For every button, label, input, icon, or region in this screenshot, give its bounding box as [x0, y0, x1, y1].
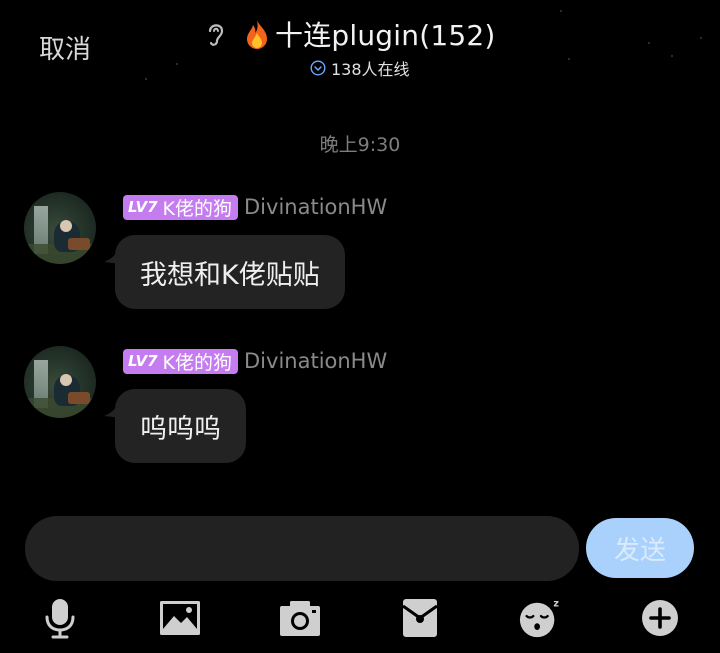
image-icon: [160, 601, 200, 635]
sender-name: DivinationHW: [244, 349, 388, 373]
sender-name: DivinationHW: [244, 195, 388, 219]
avatar[interactable]: [24, 192, 96, 264]
level-badge: LV7 K佬的狗: [123, 348, 239, 374]
background-star: [700, 37, 702, 39]
sender-line: LV7 K佬的狗 DivinationHW: [123, 348, 387, 374]
emoji-icon: z: [519, 599, 559, 638]
camera-button[interactable]: [278, 596, 322, 640]
background-star: [671, 55, 673, 57]
chat-title-row: 十连plugin(152): [203, 14, 496, 54]
voice-button[interactable]: [38, 596, 82, 640]
message-timestamp: 晚上9:30: [319, 134, 401, 156]
plus-icon: [642, 600, 678, 636]
background-star: [568, 58, 570, 60]
online-count-row[interactable]: 138人在线: [310, 56, 410, 80]
message-item: LV7 K佬的狗 DivinationHW 呜呜呜: [24, 346, 387, 466]
image-button[interactable]: [158, 596, 202, 640]
member-title: K佬的狗: [162, 197, 233, 220]
ear-icon[interactable]: [203, 19, 229, 49]
member-title: K佬的狗: [162, 351, 233, 374]
level-badge: LV7 K佬的狗: [123, 194, 239, 220]
emoji-button[interactable]: z: [518, 596, 562, 640]
send-button[interactable]: 发送: [586, 518, 694, 578]
background-star: [176, 63, 178, 65]
level-label: LV7: [128, 352, 158, 370]
red-packet-button[interactable]: [398, 596, 442, 640]
fire-icon: [247, 20, 267, 49]
microphone-icon: [45, 599, 75, 639]
cancel-button[interactable]: 取消: [39, 29, 91, 66]
chat-title: 十连plugin(152): [275, 19, 496, 52]
background-star: [648, 42, 650, 44]
avatar[interactable]: [24, 346, 96, 418]
message-item: LV7 K佬的狗 DivinationHW 我想和K佬贴贴: [24, 192, 387, 312]
background-star: [560, 10, 562, 12]
red-packet-icon: [402, 599, 438, 637]
camera-icon: [280, 601, 320, 636]
background-star: [145, 78, 147, 80]
message-bubble[interactable]: 我想和K佬贴贴: [115, 235, 345, 309]
more-button[interactable]: [638, 596, 682, 640]
svg-text:z: z: [553, 599, 559, 610]
sender-line: LV7 K佬的狗 DivinationHW: [123, 194, 387, 220]
message-bubble[interactable]: 呜呜呜: [115, 389, 246, 463]
message-input[interactable]: [25, 516, 579, 581]
online-count: 138人在线: [331, 60, 410, 79]
level-label: LV7: [128, 198, 158, 216]
chevron-down-circle-icon: [310, 60, 326, 76]
